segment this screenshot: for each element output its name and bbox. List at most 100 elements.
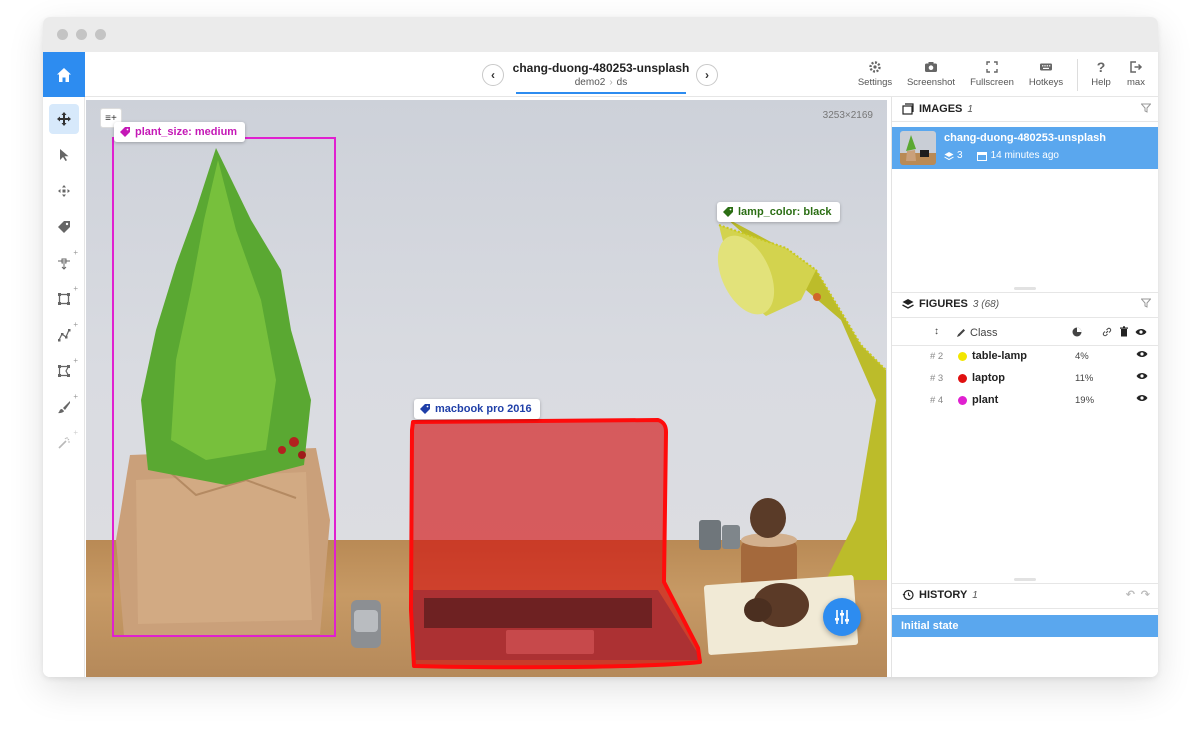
eye-icon[interactable] <box>1136 394 1148 402</box>
drag-objects-tool[interactable] <box>49 176 79 206</box>
sort-icon[interactable]: ↕ <box>934 326 939 337</box>
plant-size-tag-label: plant_size: medium <box>135 126 238 138</box>
logout-button[interactable]: max <box>1124 59 1148 88</box>
pan-tool[interactable] <box>49 104 79 134</box>
canvas-settings-button[interactable] <box>823 598 861 636</box>
fullscreen-button[interactable]: Fullscreen <box>967 59 1017 88</box>
sliders-icon <box>835 610 849 624</box>
tag-icon <box>58 221 70 233</box>
brush-tool[interactable]: + <box>49 392 79 422</box>
figures-panel-header: FIGURES 3 (68) <box>892 292 1158 316</box>
keyboard-icon <box>1040 63 1052 71</box>
home-icon <box>57 67 71 82</box>
fullscreen-label: Fullscreen <box>970 77 1014 88</box>
chevron-right-icon: › <box>705 68 709 82</box>
prev-image-button[interactable]: ‹ <box>482 64 504 86</box>
user-label: max <box>1127 77 1145 88</box>
history-panel-title: HISTORY <box>919 589 968 601</box>
gear-icon <box>869 61 881 73</box>
figures-count: 3 (68) <box>972 298 1000 310</box>
breadcrumb-separator-icon: › <box>609 77 613 88</box>
link-icon[interactable] <box>1102 327 1112 337</box>
layers-icon <box>944 151 954 160</box>
images-panel-title: IMAGES <box>919 103 963 115</box>
breadcrumb: demo2 › ds <box>516 77 686 94</box>
tag-tool[interactable] <box>49 212 79 242</box>
tag-icon <box>120 127 130 137</box>
eye-icon[interactable] <box>1136 350 1148 358</box>
eye-icon[interactable] <box>1136 372 1148 380</box>
class-column-header[interactable]: Class <box>970 327 998 339</box>
window-minimize-dot[interactable] <box>76 29 87 40</box>
right-sidebar: IMAGES 1 chang-duong-480253-unsplash 3 1… <box>891 97 1158 677</box>
eye-icon[interactable] <box>1135 328 1147 336</box>
point-tool[interactable]: + <box>49 248 79 278</box>
magic-wand-icon <box>58 437 70 449</box>
image-title: chang-duong-480253-unsplash <box>512 61 690 75</box>
home-button[interactable] <box>43 52 85 97</box>
top-toolbar: ‹ chang-duong-480253-unsplash demo2 › ds ›… <box>43 52 1158 97</box>
lamp-color-tag[interactable]: lamp_color: black <box>717 202 840 222</box>
history-entry-label: Initial state <box>901 620 959 632</box>
trash-icon[interactable] <box>1119 326 1129 337</box>
image-list-item[interactable]: chang-duong-480253-unsplash 3 14 minutes… <box>892 127 1158 169</box>
history-count: 1 <box>972 589 978 601</box>
tag-icon <box>420 404 430 414</box>
help-button[interactable]: ? Help <box>1089 59 1113 88</box>
pie-icon[interactable] <box>1072 327 1082 337</box>
image-dimensions: 3253×2169 <box>822 110 873 121</box>
smart-tool[interactable]: + <box>49 428 79 458</box>
laptop-model-tag[interactable]: macbook pro 2016 <box>414 399 540 419</box>
figures-table-header: ↕ Class <box>892 323 1158 345</box>
figures-panel-title: FIGURES <box>919 298 968 310</box>
select-tool[interactable] <box>49 140 79 170</box>
polygon-tool[interactable]: + <box>49 356 79 386</box>
toolbar-divider <box>1077 59 1078 91</box>
filter-icon[interactable] <box>1141 298 1151 308</box>
window-close-dot[interactable] <box>57 29 68 40</box>
plus-icon: + <box>73 284 78 293</box>
help-label: Help <box>1091 77 1111 88</box>
figure-row-laptop[interactable]: # 3 laptop 11% <box>892 368 1158 390</box>
panel-resize-handle[interactable] <box>1014 578 1036 581</box>
plus-icon: + <box>73 248 78 257</box>
plant-bounding-box[interactable] <box>112 137 336 637</box>
panel-divider <box>892 121 1158 122</box>
figure-row-table-lamp[interactable]: # 2 table-lamp 4% <box>892 346 1158 368</box>
plant-size-tag[interactable]: plant_size: medium <box>114 122 246 142</box>
history-panel-header: HISTORY 1 ↶ ↷ <box>892 583 1158 607</box>
figure-id: # 2 <box>930 351 944 362</box>
breadcrumb-dataset[interactable]: ds <box>617 77 628 88</box>
undo-icon[interactable]: ↶ <box>1126 588 1135 601</box>
panel-resize-handle[interactable] <box>1014 287 1036 290</box>
breadcrumb-project[interactable]: demo2 <box>575 77 606 88</box>
cursor-icon <box>60 149 69 161</box>
window-maximize-dot[interactable] <box>95 29 106 40</box>
image-item-layers: 3 <box>957 150 963 161</box>
brush-icon <box>58 401 70 414</box>
history-entry[interactable]: Initial state <box>892 615 1158 637</box>
camera-icon <box>925 62 937 72</box>
polyline-tool[interactable]: + <box>49 320 79 350</box>
filter-icon[interactable] <box>1141 103 1151 113</box>
rectangle-tool[interactable]: + <box>49 284 79 314</box>
annotation-toolbar: + + + + + + <box>43 97 85 677</box>
figure-area-percent: 4% <box>1075 351 1089 362</box>
image-thumbnail <box>900 131 936 165</box>
class-color-dot <box>958 374 967 383</box>
history-icon <box>902 589 914 601</box>
next-image-button[interactable]: › <box>696 64 718 86</box>
plus-icon: + <box>73 356 78 365</box>
figure-area-percent: 11% <box>1075 373 1094 384</box>
settings-button[interactable]: Settings <box>855 59 895 88</box>
point-icon <box>58 258 70 270</box>
image-canvas[interactable]: ≡+ 3253×2169 plant_size: medium lamp_col… <box>86 100 887 677</box>
chevron-left-icon: ‹ <box>491 68 495 82</box>
screenshot-button[interactable]: Screenshot <box>905 59 957 88</box>
hotkeys-button[interactable]: Hotkeys <box>1026 59 1066 88</box>
image-item-time: 14 minutes ago <box>990 150 1059 161</box>
calendar-icon <box>976 151 987 161</box>
redo-icon[interactable]: ↷ <box>1141 588 1150 601</box>
logout-icon <box>1130 61 1143 73</box>
figure-row-plant[interactable]: # 4 plant 19% <box>892 390 1158 412</box>
